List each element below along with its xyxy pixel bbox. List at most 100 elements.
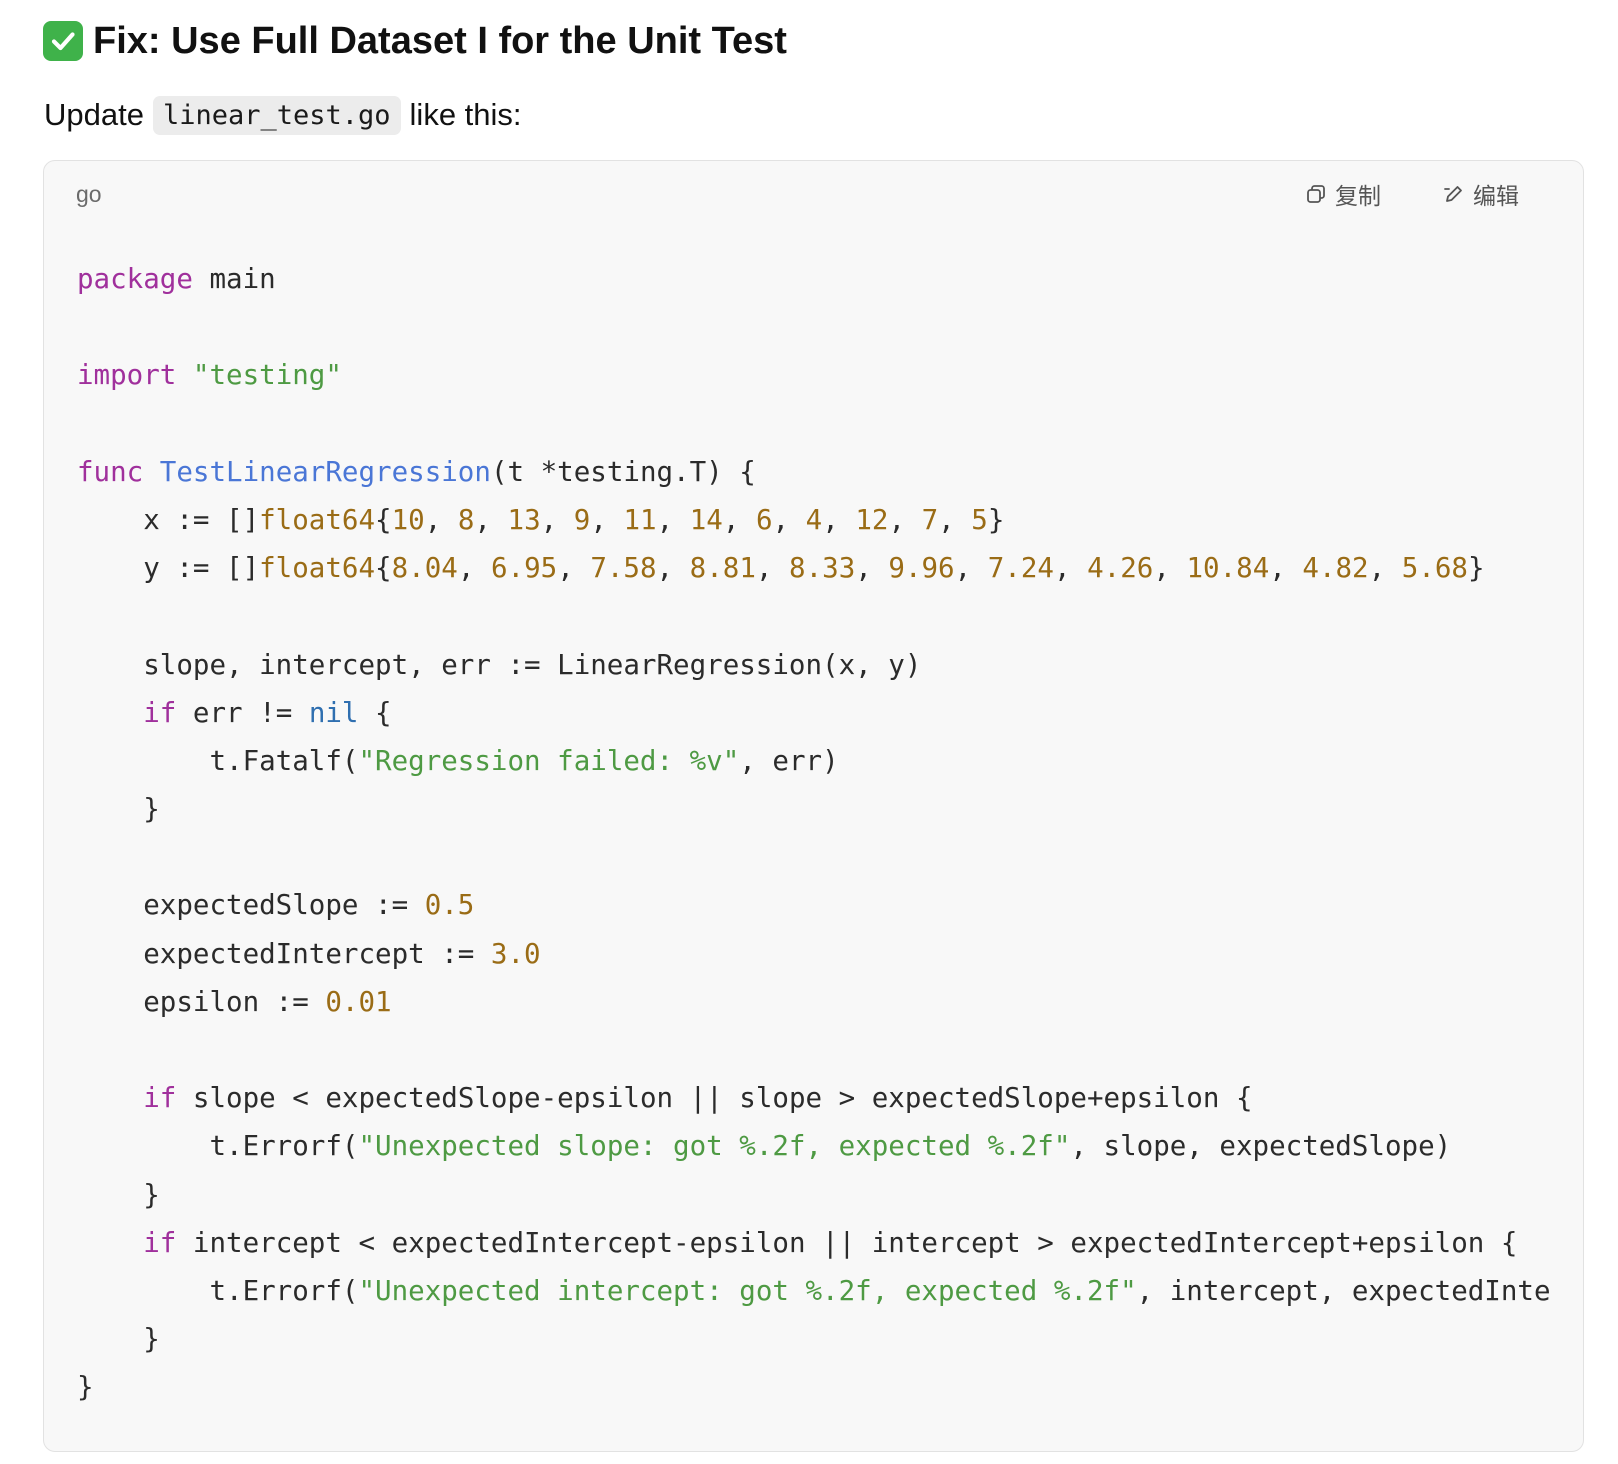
code-line: } <box>77 1363 1551 1411</box>
code-token: , <box>722 503 756 536</box>
code-token: 14 <box>689 503 723 536</box>
code-token: 9.96 <box>888 552 955 585</box>
code-token: epsilon := <box>77 985 326 1018</box>
code-token: , <box>938 503 972 536</box>
code-token: } <box>77 1371 94 1404</box>
code-token: 7.58 <box>590 552 657 585</box>
code-line: func TestLinearRegression(t *testing.T) … <box>77 448 1551 496</box>
code-token: if <box>143 1226 177 1259</box>
code-token: , <box>855 552 889 585</box>
code-token: , <box>656 552 690 585</box>
code-token: 0.5 <box>424 889 475 922</box>
code-line: } <box>77 785 1551 833</box>
code-token: TestLinearRegression <box>159 455 491 488</box>
code-language-label: go <box>76 181 102 207</box>
code-token: 12 <box>855 503 889 536</box>
section-heading: Fix: Use Full Dataset I for the Unit Tes… <box>43 16 787 66</box>
code-line: ​ <box>77 833 1551 881</box>
code-token: , <box>1053 552 1088 585</box>
code-token: , <box>822 503 856 536</box>
code-token: { <box>358 696 392 729</box>
check-mark-button-icon <box>43 21 83 61</box>
code-token: , <box>888 503 922 536</box>
intro-text-after: like this: <box>409 97 522 132</box>
code-token: (t *testing.T) { <box>490 455 756 488</box>
code-line: t.Errorf("Unexpected intercept: got %.2f… <box>77 1267 1551 1315</box>
code-line: ​ <box>77 303 1551 351</box>
code-token: t.Errorf( <box>77 1274 359 1307</box>
code-token: 8.33 <box>789 552 856 585</box>
code-line: if intercept < expectedIntercept-epsilon… <box>77 1219 1551 1267</box>
code-token: slope < expectedSlope-epsilon || slope >… <box>176 1082 1253 1115</box>
code-token: 8 <box>457 503 475 536</box>
code-token: , <box>1153 552 1187 585</box>
code-token: , <box>557 552 591 585</box>
code-token: expectedIntercept := <box>77 937 491 970</box>
code-token: , <box>457 552 491 585</box>
code-line: ​ <box>77 400 1551 448</box>
copy-button-label: 复制 <box>1335 183 1381 209</box>
code-token: if <box>143 696 177 729</box>
code-token: "Unexpected intercept: got %.2f, expecte… <box>358 1274 1137 1307</box>
code-token: 8.04 <box>391 552 458 585</box>
code-token: func <box>77 455 144 488</box>
code-line: ​ <box>77 1026 1551 1074</box>
code-token: x := [] <box>77 503 260 536</box>
code-token: } <box>77 1178 160 1211</box>
code-token: } <box>77 793 160 826</box>
code-token: y := [] <box>77 552 260 585</box>
code-token: 3.0 <box>490 937 541 970</box>
code-token: 4 <box>805 503 823 536</box>
code-line: epsilon := 0.01 <box>77 978 1551 1026</box>
code-token: 9 <box>573 503 591 536</box>
code-token: 5.68 <box>1401 552 1468 585</box>
code-token: , intercept, expectedInte <box>1136 1274 1551 1307</box>
code-token: import <box>77 359 177 392</box>
code-token: } <box>987 503 1005 536</box>
code-line: ​ <box>77 592 1551 640</box>
code-token: expectedSlope := <box>77 889 425 922</box>
copy-button[interactable]: 复制 <box>1305 177 1381 211</box>
code-token: 4.82 <box>1302 552 1369 585</box>
code-line: } <box>77 1315 1551 1363</box>
code-line: y := []float64{8.04, 6.95, 7.58, 8.81, 8… <box>77 544 1551 592</box>
code-token: , <box>1368 552 1402 585</box>
code-line: slope, intercept, err := LinearRegressio… <box>77 641 1551 689</box>
code-token: { <box>375 503 392 536</box>
code-token: , <box>540 503 574 536</box>
code-token: main <box>192 263 276 295</box>
edit-icon <box>1443 183 1465 205</box>
code-token: , <box>424 503 458 536</box>
copy-icon <box>1305 183 1327 205</box>
code-token: "Unexpected slope: got %.2f, expected %.… <box>358 1130 1071 1163</box>
code-token: 10.84 <box>1186 552 1270 585</box>
code-token: 10 <box>391 503 425 536</box>
code-token: float64 <box>259 503 376 536</box>
code-token: , <box>772 503 806 536</box>
edit-button[interactable]: 编辑 <box>1443 177 1519 211</box>
code-token: , err) <box>739 744 839 777</box>
code-line: expectedSlope := 0.5 <box>77 881 1551 929</box>
code-token: , <box>755 552 790 585</box>
code-token: { <box>375 552 392 585</box>
code-token: 13 <box>507 503 541 536</box>
code-token: } <box>77 1323 160 1356</box>
code-line: package main <box>77 255 1551 303</box>
code-token: package <box>77 263 193 295</box>
code-token: if <box>143 1082 177 1115</box>
code-token: 5 <box>971 503 988 536</box>
code-token: , <box>954 552 988 585</box>
intro-text-before: Update <box>44 97 144 132</box>
inline-code-filename: linear_test.go <box>152 95 401 135</box>
code-token: 0.01 <box>325 985 392 1018</box>
code-token: "Regression failed: %v" <box>358 744 740 777</box>
code-token: t.Fatalf( <box>77 744 359 777</box>
code-line: } <box>77 1171 1551 1219</box>
intro-paragraph: Update linear_test.go like this: <box>44 92 522 138</box>
code-line: t.Errorf("Unexpected slope: got %.2f, ex… <box>77 1122 1551 1170</box>
